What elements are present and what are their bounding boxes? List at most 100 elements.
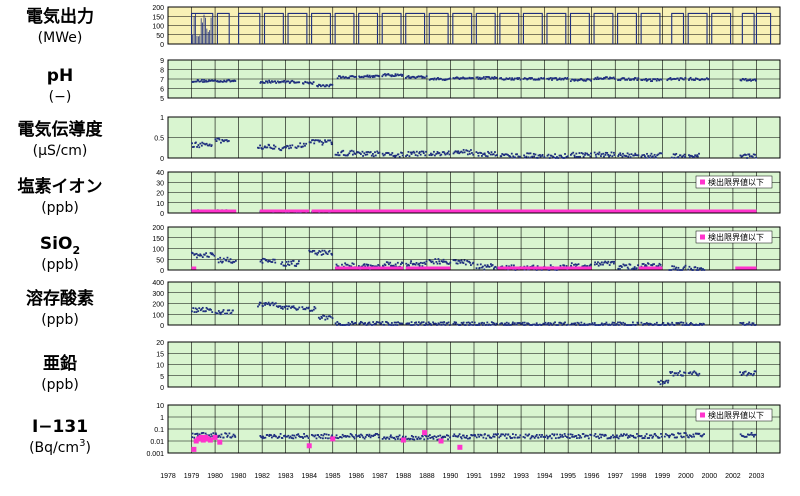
data-point — [279, 305, 282, 308]
data-point — [422, 321, 425, 324]
data-point — [438, 152, 441, 154]
data-point — [430, 324, 433, 326]
data-point — [275, 435, 277, 438]
data-point — [369, 151, 372, 153]
data-point — [478, 435, 481, 438]
legend-label: 検出限界値以下 — [708, 177, 764, 187]
data-point — [290, 437, 293, 439]
data-point — [630, 153, 633, 156]
data-point — [395, 321, 398, 324]
data-point — [703, 269, 706, 271]
data-point — [291, 79, 294, 82]
data-point — [630, 78, 633, 81]
data-point — [603, 155, 605, 158]
data-point — [229, 258, 232, 261]
data-point — [753, 372, 755, 375]
data-point — [359, 153, 362, 155]
y-tick-label: 5 — [160, 374, 164, 381]
row-label-line: (μS/cm) — [33, 143, 88, 159]
data-point — [302, 308, 305, 311]
data-point — [598, 151, 601, 154]
data-point — [376, 150, 379, 153]
data-point — [368, 433, 371, 436]
data-point — [600, 322, 603, 325]
data-point — [269, 304, 271, 307]
data-point — [300, 435, 302, 438]
data-point — [317, 85, 319, 88]
data-point — [414, 435, 417, 438]
data-point — [321, 143, 324, 146]
data-point — [513, 264, 515, 267]
data-point — [663, 435, 666, 438]
data-point — [324, 437, 327, 439]
data-point — [684, 156, 686, 158]
data-point — [622, 434, 625, 437]
data-point — [396, 324, 399, 326]
data-point — [265, 259, 268, 262]
data-point — [576, 263, 578, 266]
data-point — [689, 371, 692, 374]
row-labels: 電気出力(MWe)pH(−)電気伝導度(μS/cm)塩素イオン(ppb)SiO2… — [18, 6, 104, 456]
data-point — [597, 153, 600, 156]
data-point — [488, 265, 491, 268]
data-point — [673, 324, 676, 326]
data-point — [611, 155, 614, 158]
data-point — [193, 436, 196, 439]
data-point — [217, 258, 219, 261]
y-tick-label: 10 — [156, 201, 164, 208]
data-point — [425, 435, 428, 438]
data-point — [335, 434, 338, 437]
data-point — [658, 436, 661, 439]
data-point — [615, 323, 618, 325]
data-point — [225, 432, 228, 435]
data-point — [688, 265, 691, 268]
data-point — [453, 433, 456, 436]
data-point — [444, 153, 447, 156]
data-point — [610, 151, 613, 154]
data-point — [560, 154, 562, 157]
data-point — [597, 264, 600, 267]
data-point — [468, 150, 471, 153]
data-point — [551, 433, 554, 436]
data-point — [477, 154, 480, 157]
data-point — [700, 267, 703, 270]
data-point — [226, 434, 229, 437]
y-tick-label: 0 — [160, 385, 164, 392]
data-point — [523, 321, 526, 324]
below-limit-band — [638, 266, 663, 270]
data-point — [321, 317, 323, 319]
data-point — [667, 381, 669, 384]
data-point — [740, 373, 743, 376]
data-point — [739, 371, 742, 374]
legend-swatch — [700, 179, 705, 185]
data-point — [531, 77, 533, 80]
data-point — [340, 436, 343, 439]
data-point — [313, 249, 316, 252]
data-point — [622, 321, 625, 324]
data-point — [661, 382, 664, 385]
data-point — [600, 436, 603, 439]
below-limit-point — [422, 430, 428, 436]
data-point — [560, 322, 563, 325]
data-point — [312, 139, 314, 141]
data-point — [519, 434, 522, 437]
data-point — [214, 79, 217, 82]
data-point — [362, 155, 364, 157]
data-point — [281, 307, 284, 310]
data-point — [418, 264, 421, 267]
x-axis-years: 1978 1979 1980 1980 1982 1983 1984 1985 1986 1987… — [160, 473, 764, 480]
data-point — [202, 431, 205, 434]
data-point — [643, 437, 646, 439]
data-point — [370, 154, 373, 157]
data-point — [618, 435, 621, 438]
data-point — [326, 84, 329, 87]
data-point — [694, 266, 697, 268]
row-label-line: 電気出力 — [26, 6, 94, 27]
data-point — [676, 269, 679, 271]
x-tick-label: 1982 — [254, 473, 270, 480]
data-point — [500, 155, 503, 158]
data-point — [746, 157, 748, 159]
data-point — [631, 321, 634, 324]
data-point — [306, 435, 309, 438]
data-point — [549, 264, 552, 267]
